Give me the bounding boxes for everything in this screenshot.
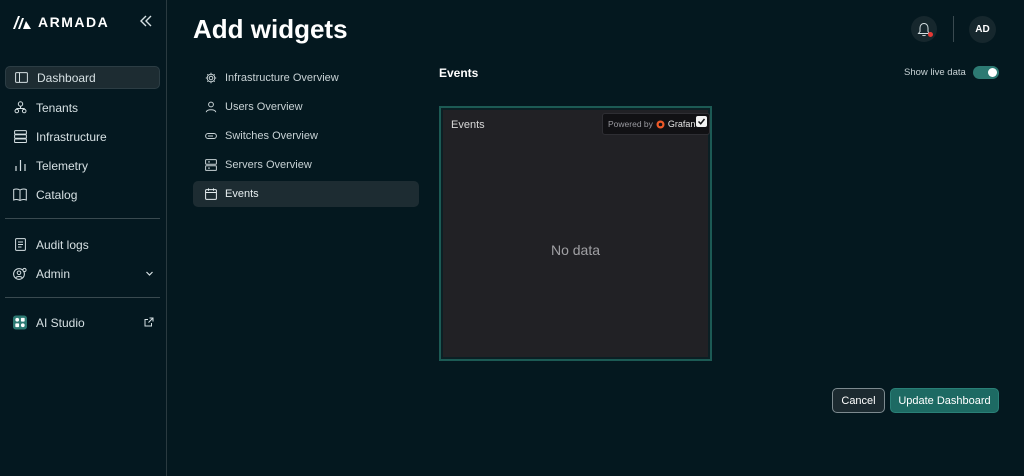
gear-icon bbox=[205, 72, 217, 84]
switch-icon bbox=[205, 133, 217, 139]
page-title: Add widgets bbox=[193, 14, 348, 44]
dashboard-icon bbox=[14, 71, 28, 85]
sidebar: ARMADA Dashboard Tenants Infrastructure … bbox=[0, 0, 167, 476]
telemetry-icon bbox=[13, 159, 27, 173]
user-icon bbox=[205, 101, 217, 113]
sidebar-item-label: AI Studio bbox=[36, 315, 85, 330]
sidebar-item-admin[interactable]: Admin bbox=[5, 262, 160, 285]
show-live-data-toggle[interactable] bbox=[973, 66, 999, 79]
sidebar-item-label: Telemetry bbox=[36, 158, 89, 173]
avatar[interactable]: AD bbox=[969, 16, 996, 43]
panel-title: Events bbox=[451, 119, 485, 131]
server-icon bbox=[205, 159, 217, 171]
collapse-sidebar-icon[interactable] bbox=[139, 14, 155, 30]
sidebar-item-telemetry[interactable]: Telemetry bbox=[5, 154, 160, 177]
grafana-logo-icon bbox=[656, 120, 665, 128]
brand-name: ARMADA bbox=[38, 14, 110, 30]
widget-item-switches-overview[interactable]: Switches Overview bbox=[193, 123, 419, 149]
sidebar-item-label: Audit logs bbox=[36, 237, 89, 252]
preview-section-title: Events bbox=[439, 66, 479, 80]
widget-item-label: Infrastructure Overview bbox=[225, 72, 339, 84]
sidebar-divider bbox=[5, 297, 160, 298]
sidebar-item-tenants[interactable]: Tenants bbox=[5, 96, 160, 119]
show-live-data-label: Show live data bbox=[904, 67, 966, 78]
sidebar-item-audit-logs[interactable]: Audit logs bbox=[5, 233, 160, 256]
armada-logo-icon bbox=[13, 16, 31, 29]
checkbox-icon[interactable] bbox=[696, 116, 707, 127]
toggle-knob bbox=[988, 68, 997, 77]
calendar-icon bbox=[205, 188, 217, 200]
widget-item-label: Switches Overview bbox=[225, 130, 318, 142]
notifications-button[interactable] bbox=[911, 16, 937, 42]
catalog-icon bbox=[13, 188, 27, 202]
infrastructure-icon bbox=[13, 130, 27, 144]
widget-item-users-overview[interactable]: Users Overview bbox=[193, 94, 419, 120]
sidebar-item-label: Infrastructure bbox=[36, 129, 107, 144]
external-link-icon[interactable] bbox=[144, 316, 154, 330]
sidebar-item-label: Tenants bbox=[36, 100, 79, 115]
events-preview-panel[interactable]: Events Powered by Grafan No data bbox=[439, 106, 712, 361]
update-dashboard-button[interactable]: Update Dashboard bbox=[890, 388, 999, 413]
sidebar-item-catalog[interactable]: Catalog bbox=[5, 183, 160, 206]
cancel-button[interactable]: Cancel bbox=[832, 388, 885, 413]
widget-item-label: Events bbox=[225, 188, 259, 200]
chevron-down-icon[interactable] bbox=[145, 267, 154, 281]
widget-item-label: Servers Overview bbox=[225, 159, 312, 171]
widget-item-events[interactable]: Events bbox=[193, 181, 419, 207]
powered-by-brand: Grafan bbox=[667, 119, 696, 129]
sidebar-item-dashboard[interactable]: Dashboard bbox=[5, 66, 160, 89]
powered-by-badge: Powered by Grafan bbox=[602, 113, 710, 135]
admin-icon bbox=[13, 267, 27, 281]
sidebar-item-ai-studio[interactable]: AI Studio bbox=[5, 311, 160, 334]
widget-item-infrastructure-overview[interactable]: Infrastructure Overview bbox=[193, 65, 419, 91]
tenants-icon bbox=[13, 101, 27, 115]
widget-item-servers-overview[interactable]: Servers Overview bbox=[193, 152, 419, 178]
powered-by-text: Powered by bbox=[608, 119, 653, 129]
sidebar-item-label: Admin bbox=[36, 266, 71, 281]
widget-item-label: Users Overview bbox=[225, 101, 303, 113]
ai-studio-icon bbox=[13, 315, 27, 330]
panel-body: Events Powered by Grafan No data bbox=[443, 110, 710, 357]
sidebar-item-label: Dashboard bbox=[37, 70, 96, 85]
brand-logo[interactable]: ARMADA bbox=[12, 14, 109, 30]
notification-dot bbox=[928, 32, 933, 37]
sidebar-divider bbox=[5, 218, 160, 219]
header-divider bbox=[953, 16, 954, 42]
sidebar-item-infrastructure[interactable]: Infrastructure bbox=[5, 125, 160, 148]
audit-logs-icon bbox=[13, 238, 27, 252]
empty-state-text: No data bbox=[550, 242, 601, 258]
sidebar-item-label: Catalog bbox=[36, 187, 78, 202]
